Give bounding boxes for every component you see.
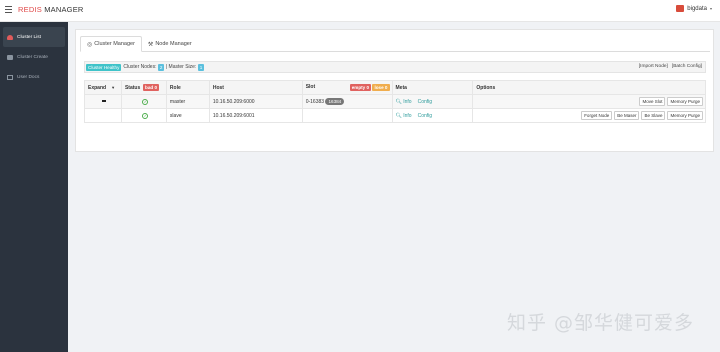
cluster-icon: ◎ [87, 41, 93, 48]
col-host: Host [208, 80, 303, 95]
master-size-count: 1 [197, 63, 205, 71]
cluster-nodes-count: 2 [157, 63, 165, 71]
brand-text-redis: REDIS [18, 5, 42, 14]
col-expand[interactable]: Expand ▼ [84, 80, 122, 95]
docs-icon [7, 74, 13, 80]
main-panel: ◎ Cluster Manager ⚒ Node Manager Cluster… [75, 29, 714, 152]
be-master-button[interactable]: Be Maser [614, 111, 640, 120]
create-icon [7, 54, 13, 60]
col-options: Options [472, 80, 706, 95]
sidebar-item-user-docs[interactable]: User Docs [3, 67, 65, 87]
lose-slot-badge: lose 0 [372, 84, 390, 91]
col-slot: Slot empty 0 lose 0 [301, 80, 393, 95]
slot-cell [301, 108, 393, 123]
options-cell: Move Slot Memory Purge [472, 94, 706, 109]
tab-label: Node Manager [155, 41, 192, 47]
cluster-healthy-badge: Cluster Healthy [86, 63, 122, 71]
role-cell: slave [165, 108, 210, 123]
table-header-row: Expand ▼ Status bad 0 Role Host Slot empty… [84, 80, 706, 95]
info-link[interactable]: 🔍︎ Info [396, 113, 412, 119]
empty-slot-badge: empty 0 [349, 84, 372, 91]
config-link[interactable]: Config [418, 99, 432, 105]
master-size-label: Master Size: [168, 64, 197, 70]
sidebar-item-label: Cluster Create [17, 54, 48, 60]
check-circle-icon: ✓ [142, 98, 149, 105]
tab-bar: ◎ Cluster Manager ⚒ Node Manager [80, 36, 710, 52]
menu-toggle-icon[interactable] [5, 6, 12, 16]
host-cell: 10.16.50.209:6000 [208, 94, 303, 109]
sidebar-item-cluster-create[interactable]: Cluster Create [3, 47, 65, 67]
user-menu[interactable]: bigdata ▾ [676, 5, 712, 12]
user-avatar-icon [676, 5, 685, 12]
move-slot-button[interactable]: Move Slot [639, 97, 666, 106]
brand-logo[interactable]: REDIS MANAGER [18, 5, 84, 14]
separator: | [165, 64, 168, 70]
info-link[interactable]: 🔍︎ Info [396, 99, 412, 105]
check-circle-icon: ✓ [142, 112, 149, 119]
top-bar: REDIS MANAGER bigdata ▾ [0, 0, 720, 22]
col-status: Status bad 0 [120, 80, 167, 95]
be-slave-button[interactable]: Be Slave [641, 111, 666, 120]
col-role: Role [165, 80, 210, 95]
collapse-toggle[interactable] [84, 94, 122, 109]
sidebar: Cluster List Cluster Create User Docs [0, 22, 68, 352]
memory-purge-button[interactable]: Memory Purge [667, 111, 703, 120]
batch-config-link[interactable]: [Batch Config] [672, 64, 702, 69]
forget-node-button[interactable]: Forget Node [581, 111, 613, 120]
cloud-icon [7, 34, 13, 40]
tab-cluster-manager[interactable]: ◎ Cluster Manager [80, 36, 142, 52]
tab-label: Cluster Manager [94, 41, 135, 47]
slot-count-badge: 16384 [325, 98, 345, 105]
brand-text-manager: MANAGER [41, 5, 84, 14]
role-cell: master [165, 94, 210, 109]
col-meta: Meta [391, 80, 474, 95]
wrench-icon: ⚒ [147, 41, 154, 48]
sort-down-icon[interactable]: ▼ [111, 85, 115, 90]
user-name: bigdata [687, 5, 707, 12]
chevron-down-icon: ▾ [709, 6, 712, 11]
watermark: 知乎 @邹华健可爱多 [507, 312, 695, 334]
slot-cell: 0-16383 16384 [301, 94, 393, 109]
host-cell: 10.16.50.209:6001 [208, 108, 303, 123]
node-table: Expand ▼ Status bad 0 Role Host Slot empty… [84, 80, 706, 123]
bad-count-badge: bad 0 [143, 84, 160, 91]
options-cell: Forget Node Be Maser Be Slave Memory Pur… [472, 108, 706, 123]
sidebar-item-label: Cluster List [17, 34, 41, 40]
meta-cell: 🔍︎ Info Config [391, 108, 474, 123]
import-node-link[interactable]: [Import Node] [639, 64, 668, 69]
tab-node-manager[interactable]: ⚒ Node Manager [142, 36, 198, 52]
meta-cell: 🔍︎ Info Config [391, 94, 474, 109]
search-icon: 🔍︎ [395, 98, 402, 105]
minus-icon[interactable] [102, 100, 107, 102]
sidebar-item-cluster-list[interactable]: Cluster List [3, 27, 65, 47]
table-row: ✓ master 10.16.50.209:6000 0-16383 16384… [84, 94, 706, 109]
cluster-nodes-label: Cluster Nodes: [123, 64, 157, 70]
cluster-status-bar: Cluster Healthy Cluster Nodes: 2 | Maste… [84, 61, 706, 73]
memory-purge-button[interactable]: Memory Purge [667, 97, 703, 106]
table-row: ✓ slave 10.16.50.209:6001 🔍︎ Info Config … [84, 108, 706, 123]
search-icon: 🔍︎ [395, 112, 402, 119]
config-link[interactable]: Config [418, 113, 432, 119]
sidebar-item-label: User Docs [17, 74, 40, 80]
